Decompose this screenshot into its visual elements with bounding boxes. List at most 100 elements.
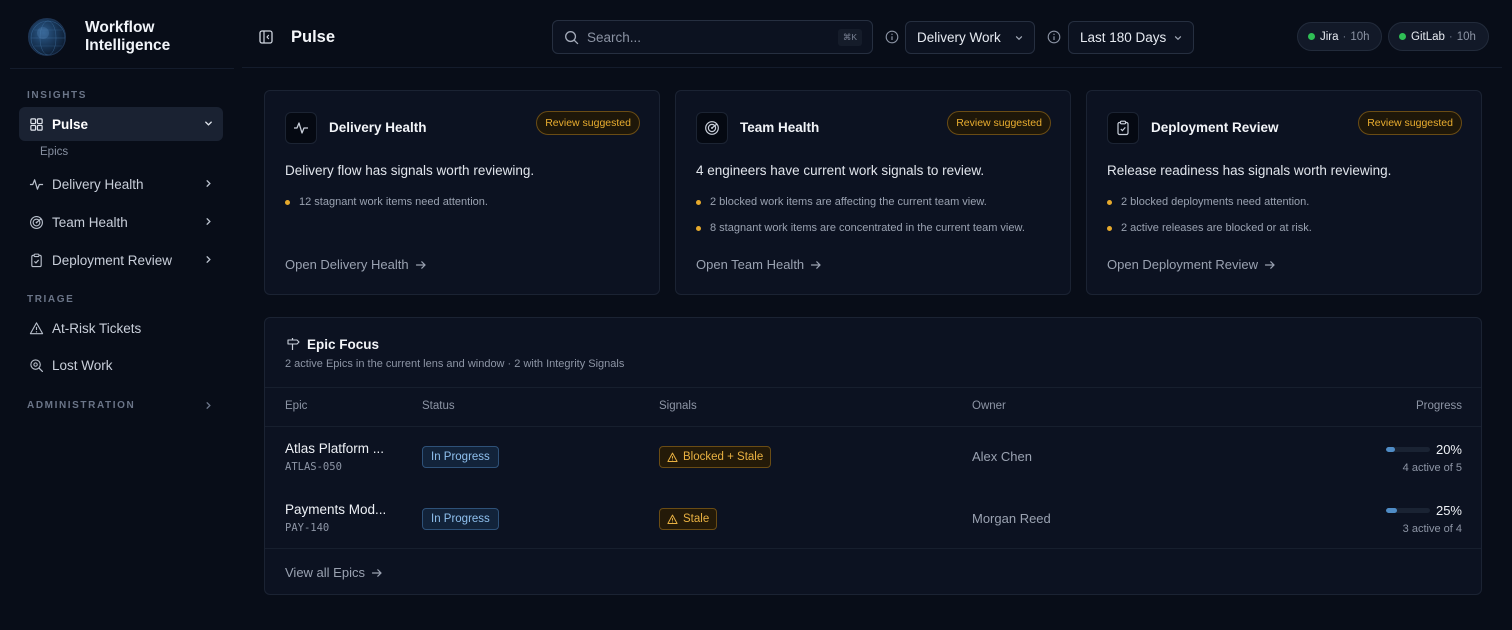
progress-note: 4 active of 5 (1402, 462, 1462, 474)
card-title: Delivery Health (329, 120, 427, 135)
column-header-signals[interactable]: Signals (659, 400, 697, 412)
card-title: Deployment Review (1151, 120, 1279, 135)
search-input[interactable] (587, 29, 827, 45)
separator: · (1342, 30, 1347, 43)
sidebar-item-label: Lost Work (52, 357, 113, 373)
column-header-epic[interactable]: Epic (285, 400, 307, 412)
divider (265, 387, 1481, 388)
owner-name: Alex Chen (972, 449, 1032, 464)
status-badge: Review suggested (1358, 111, 1462, 135)
sidebar-subitem-epics[interactable]: Epics (40, 146, 68, 158)
chevron-right-icon (206, 180, 211, 187)
bullet-dot (285, 199, 290, 205)
epic-key: PAY-140 (285, 522, 330, 534)
card-bullet: 8 stagnant work items are concentrated i… (696, 222, 1025, 234)
activity-icon (29, 178, 44, 190)
link-label: Open Deployment Review (1107, 257, 1259, 272)
sidebar-item-label: At-Risk Tickets (52, 320, 142, 336)
radar-icon (30, 215, 43, 229)
source-status-jira[interactable]: Jira · 10h (1297, 22, 1382, 51)
info-icon[interactable] (1047, 30, 1061, 44)
card-title: Team Health (740, 120, 820, 135)
arrow-right-icon (415, 260, 426, 269)
card-deployment-review: Deployment Review Review suggested Relea… (1086, 90, 1482, 295)
globe-logo-icon (28, 18, 66, 56)
grid-icon (30, 117, 43, 131)
window-select[interactable]: Last 180 Days (1068, 21, 1194, 54)
bullet-text: 2 active releases are blocked or at risk… (1121, 222, 1312, 234)
activity-icon (285, 112, 317, 144)
chevron-right-icon[interactable] (203, 400, 214, 411)
sidebar-item-at-risk-tickets[interactable]: At-Risk Tickets (19, 311, 223, 345)
search-icon (565, 30, 579, 44)
sidebar-item-label: Pulse (52, 116, 89, 132)
sidebar-item-pulse[interactable]: Pulse (19, 107, 223, 141)
divider (265, 426, 1481, 427)
open-team-health-link[interactable]: Open Team Health (696, 257, 822, 272)
link-label: View all Epics (285, 565, 365, 580)
open-delivery-health-link[interactable]: Open Delivery Health (285, 257, 427, 272)
section-label-administration[interactable]: ADMINISTRATION (27, 400, 135, 411)
column-header-progress[interactable]: Progress (1416, 400, 1462, 412)
card-summary: Release readiness has signals worth revi… (1107, 163, 1392, 178)
epic-name[interactable]: Atlas Platform ... (285, 441, 384, 456)
bullet-text: 8 stagnant work items are concentrated i… (710, 222, 1025, 234)
view-all-epics-link[interactable]: View all Epics (285, 565, 383, 580)
progress-fill (1386, 447, 1395, 452)
page-title: Pulse (291, 28, 336, 46)
warning-icon (667, 514, 678, 524)
source-age: 10h (1456, 30, 1476, 43)
search-box[interactable]: ⌘K (552, 20, 873, 54)
open-deployment-review-link[interactable]: Open Deployment Review (1107, 257, 1276, 272)
clipboard-check-icon (1107, 112, 1139, 144)
owner-name: Morgan Reed (972, 511, 1051, 526)
card-bullet: 2 blocked work items are affecting the c… (696, 196, 987, 208)
status-badge: In Progress (422, 446, 499, 468)
card-bullet: 2 active releases are blocked or at risk… (1107, 222, 1312, 234)
source-age: 10h (1350, 30, 1370, 43)
progress-note: 3 active of 4 (1402, 523, 1462, 535)
chevron-down-icon[interactable] (203, 118, 214, 129)
lens-select[interactable]: Delivery Work (905, 21, 1035, 54)
status-dot (1399, 33, 1406, 40)
sidebar-toggle-icon[interactable] (259, 30, 273, 44)
status-badge: Review suggested (536, 111, 640, 135)
brand[interactable]: Workflow Intelligence (28, 18, 185, 56)
section-subtitle: 2 active Epics in the current lens and w… (285, 358, 625, 370)
link-label: Open Team Health (696, 257, 805, 272)
clipboard-check-icon (31, 253, 42, 267)
link-label: Open Delivery Health (285, 257, 409, 272)
divider (265, 548, 1481, 549)
signal-label: Stale (683, 513, 710, 525)
card-bullet: 2 blocked deployments need attention. (1107, 196, 1309, 208)
sidebar-item-label: Deployment Review (52, 252, 173, 268)
arrow-right-icon (371, 568, 382, 577)
signal-badge: Stale (659, 508, 718, 530)
bullet-text: 12 stagnant work items need attention. (299, 196, 488, 208)
sidebar-divider (10, 68, 234, 69)
bullet-dot (1107, 199, 1112, 205)
epic-name[interactable]: Payments Mod... (285, 502, 386, 517)
section-label-triage: TRIAGE (27, 294, 75, 305)
bullet-text: 2 blocked work items are affecting the c… (710, 196, 987, 208)
bullet-dot (1107, 225, 1112, 231)
progress-fill (1386, 508, 1397, 513)
sidebar-item-delivery-health[interactable]: Delivery Health (19, 167, 223, 201)
sidebar-item-lost-work[interactable]: Lost Work (19, 348, 223, 382)
source-status-gitlab[interactable]: GitLab · 10h (1388, 22, 1489, 51)
sidebar-item-team-health[interactable]: Team Health (19, 205, 223, 239)
warning-icon (667, 452, 678, 462)
card-summary: Delivery flow has signals worth reviewin… (285, 163, 535, 178)
lens-select-value: Delivery Work (917, 30, 1001, 45)
column-header-owner[interactable]: Owner (972, 400, 1006, 412)
chevron-down-icon (1015, 36, 1023, 41)
status-badge: Review suggested (947, 111, 1051, 135)
card-team-health: Team Health Review suggested 4 engineers… (675, 90, 1071, 295)
sidebar-item-deployment-review[interactable]: Deployment Review (19, 243, 223, 277)
column-header-status[interactable]: Status (422, 400, 455, 412)
sidebar-item-label: Delivery Health (52, 176, 144, 192)
topbar-divider (242, 67, 1502, 68)
info-icon[interactable] (885, 30, 899, 44)
signpost-icon (287, 338, 300, 350)
signal-label: Blocked + Stale (683, 451, 764, 463)
